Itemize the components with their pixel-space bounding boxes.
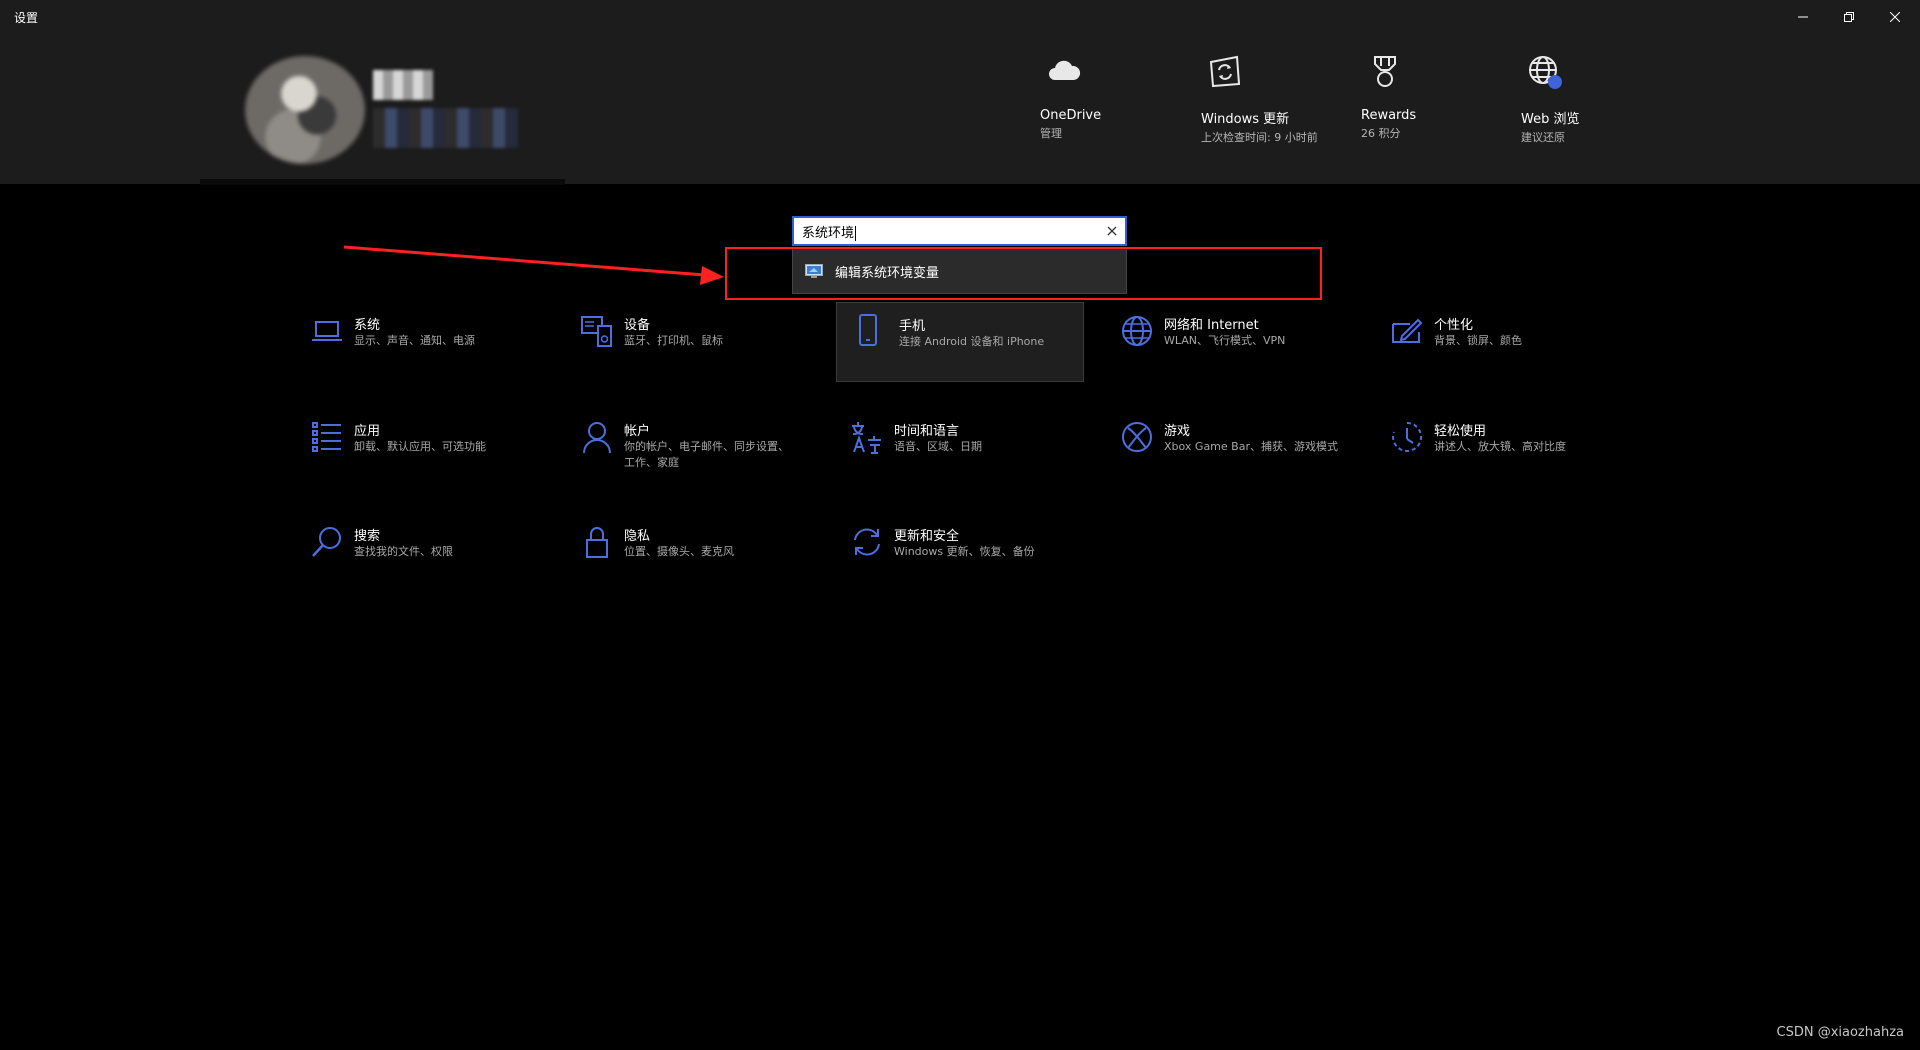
restore-button[interactable] xyxy=(1826,0,1872,34)
person-icon xyxy=(583,422,611,454)
category-title: 设备 xyxy=(624,318,651,333)
quick-link-title: OneDrive xyxy=(1040,108,1102,123)
watermark: CSDN @xiaozhahza xyxy=(1776,1025,1904,1040)
category-title: 更新和安全 xyxy=(894,529,960,544)
category-devices[interactable]: 设备 蓝牙、打印机、鼠标 xyxy=(572,312,812,392)
globe-icon xyxy=(1122,316,1152,346)
category-ease-of-access[interactable]: 轻松使用 讲述人、放大镜、高对比度 xyxy=(1382,418,1622,498)
category-time-language[interactable]: 时间和语言 语音、区域、日期 xyxy=(842,418,1082,498)
category-system[interactable]: 系统 显示、声音、通知、电源 xyxy=(302,312,542,392)
search-input[interactable]: 系统环境 xyxy=(794,222,1099,241)
category-search[interactable]: 搜索 查找我的文件、权限 xyxy=(302,523,542,603)
window-title: 设置 xyxy=(14,11,39,25)
quick-link-subtitle: 建议还原 xyxy=(1521,131,1565,144)
category-title: 游戏 xyxy=(1164,424,1191,439)
minimize-icon xyxy=(1798,16,1808,18)
clear-search-button[interactable] xyxy=(1099,218,1125,244)
category-subtitle: 蓝牙、打印机、鼠标 xyxy=(624,334,723,347)
settings-search-box[interactable]: 系统环境 xyxy=(792,216,1127,246)
category-title: 隐私 xyxy=(624,529,651,544)
quick-link-subtitle: 管理 xyxy=(1040,127,1062,140)
close-icon xyxy=(1107,226,1117,236)
blurred-user-email xyxy=(373,108,518,148)
category-subtitle: 你的帐户、电子邮件、同步设置、工作、家庭 xyxy=(624,440,789,469)
quick-link-title: Rewards xyxy=(1361,108,1417,123)
quick-link-web-browsing[interactable]: Web 浏览 建议还原 xyxy=(1521,54,1651,145)
category-network[interactable]: 网络和 Internet WLAN、飞行模式、VPN xyxy=(1112,312,1352,392)
category-title: 应用 xyxy=(354,424,381,439)
user-profile[interactable] xyxy=(245,56,525,166)
category-subtitle: Xbox Game Bar、捕获、游戏模式 xyxy=(1164,440,1338,453)
xbox-icon xyxy=(1122,422,1152,452)
search-icon xyxy=(312,527,341,557)
apps-list-icon xyxy=(312,422,341,452)
restore-icon xyxy=(1844,12,1854,22)
web-browsing-icon xyxy=(1529,56,1562,89)
category-subtitle: 语音、区域、日期 xyxy=(894,440,982,453)
category-gaming[interactable]: 游戏 Xbox Game Bar、捕获、游戏模式 xyxy=(1112,418,1352,498)
category-subtitle: 卸载、默认应用、可选功能 xyxy=(354,440,486,453)
devices-icon xyxy=(581,316,612,347)
search-input-value: 系统环境 xyxy=(802,225,855,241)
category-subtitle: 背景、锁屏、颜色 xyxy=(1434,334,1522,347)
windows-update-icon xyxy=(1209,55,1241,88)
category-subtitle: 显示、声音、通知、电源 xyxy=(354,334,475,347)
avatar xyxy=(245,56,365,164)
category-title: 个性化 xyxy=(1434,318,1474,333)
category-title: 系统 xyxy=(354,318,381,333)
category-title: 时间和语言 xyxy=(894,424,960,439)
category-update-security[interactable]: 更新和安全 Windows 更新、恢复、备份 xyxy=(842,523,1082,603)
personalization-icon xyxy=(1392,318,1423,343)
category-privacy[interactable]: 隐私 位置、摄像头、麦克风 xyxy=(572,523,812,603)
category-subtitle: 查找我的文件、权限 xyxy=(354,545,453,558)
rewards-icon xyxy=(1374,56,1396,87)
close-icon xyxy=(1890,12,1900,22)
category-subtitle: WLAN、飞行模式、VPN xyxy=(1164,334,1286,347)
category-subtitle: 连接 Android 设备和 iPhone xyxy=(899,335,1045,348)
quick-link-title: Windows 更新 xyxy=(1201,112,1290,127)
quick-link-rewards[interactable]: Rewards 26 积分 xyxy=(1361,54,1491,141)
category-phone[interactable]: 手机 连接 Android 设备和 iPhone xyxy=(836,302,1084,382)
category-title: 手机 xyxy=(899,319,926,334)
sync-icon xyxy=(854,528,880,556)
quick-link-title: Web 浏览 xyxy=(1521,112,1580,127)
text-caret xyxy=(855,225,857,241)
close-button[interactable] xyxy=(1872,0,1918,34)
category-accounts[interactable]: 帐户 你的帐户、电子邮件、同步设置、工作、家庭 xyxy=(572,418,812,498)
quick-link-windows-update[interactable]: Windows 更新 上次检查时间: 9 小时前 xyxy=(1201,54,1321,145)
category-title: 轻松使用 xyxy=(1434,424,1487,439)
header-divider xyxy=(200,179,565,185)
category-title: 搜索 xyxy=(354,529,381,544)
quick-link-subtitle: 上次检查时间: 9 小时前 xyxy=(1201,131,1318,144)
blurred-user-name xyxy=(373,70,433,100)
title-bar: 设置 xyxy=(0,0,1920,34)
ease-of-access-icon xyxy=(1392,421,1423,452)
annotation-highlight-box xyxy=(725,247,1322,300)
category-title: 网络和 Internet xyxy=(1164,318,1259,333)
category-apps[interactable]: 应用 卸载、默认应用、可选功能 xyxy=(302,418,542,498)
header-banner: OneDrive 管理 Windows 更新 上次检查时间: 9 小时前 Rew… xyxy=(0,34,1920,185)
category-subtitle: Windows 更新、恢复、备份 xyxy=(894,545,1035,558)
laptop-icon xyxy=(312,321,342,341)
minimize-button[interactable] xyxy=(1780,0,1826,34)
category-subtitle: 位置、摄像头、麦克风 xyxy=(624,545,734,558)
quick-link-subtitle: 26 积分 xyxy=(1361,127,1401,140)
phone-icon xyxy=(859,314,877,346)
lock-icon xyxy=(586,527,608,558)
category-subtitle: 讲述人、放大镜、高对比度 xyxy=(1434,440,1566,453)
quick-link-onedrive[interactable]: OneDrive 管理 xyxy=(1040,54,1170,141)
category-personalization[interactable]: 个性化 背景、锁屏、颜色 xyxy=(1382,312,1622,392)
language-icon xyxy=(852,422,881,454)
category-title: 帐户 xyxy=(624,424,651,439)
cloud-icon xyxy=(1049,60,1081,80)
